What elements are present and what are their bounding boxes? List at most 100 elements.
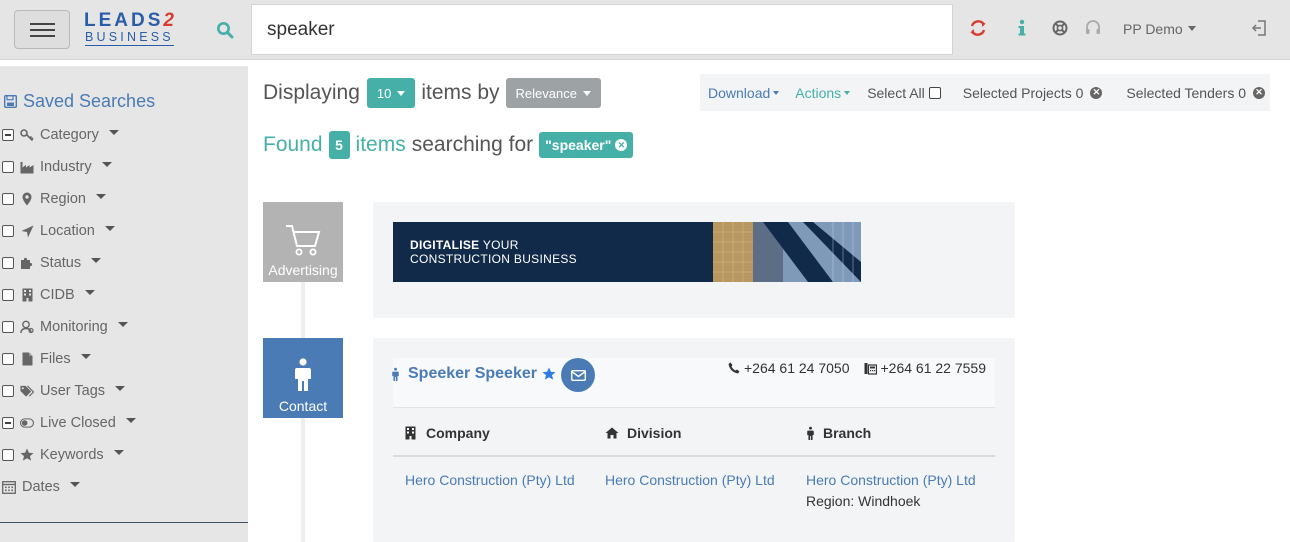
filter-dates[interactable]: Dates [2,478,80,496]
search-input[interactable] [252,5,952,54]
user-menu[interactable]: PP Demo [1123,21,1196,37]
filter-label: Live Closed [40,415,116,431]
filter-checkbox[interactable] [2,417,14,429]
ad-banner[interactable]: DIGITALISE YOUR CONSTRUCTION BUSINESS [393,222,861,282]
chevron-down-icon[interactable] [113,449,124,455]
chevron-down-icon[interactable] [101,161,112,167]
banner-line2: CONSTRUCTION BUSINESS [410,252,577,266]
search-icon[interactable] [216,21,234,44]
logo[interactable]: LEADS2 BUSINESS [84,10,188,48]
building-icon [20,288,34,302]
branch-link[interactable]: Hero Construction (Pty) Ltd [806,472,976,488]
filter-keywords[interactable]: Keywords [2,446,124,464]
filter-live-closed[interactable]: Live Closed [2,414,136,432]
filter-category[interactable]: Category [2,126,119,144]
company-link[interactable]: Hero Construction (Pty) Ltd [405,472,575,488]
logout-icon[interactable] [1251,18,1267,43]
filter-checkbox[interactable] [2,161,14,173]
monitor-user-icon [20,320,34,334]
chevron-down-icon[interactable] [95,193,106,199]
chevron-down-icon [844,90,851,95]
found-summary: Found 5 items searching for "speaker" ✕ [263,131,634,159]
filter-checkbox[interactable] [2,289,14,301]
filter-checkbox[interactable] [2,321,14,333]
chevron-down-icon[interactable] [115,385,126,391]
filter-cidb[interactable]: CIDB [2,286,95,304]
query-tag-label: "speaker" [545,137,612,153]
display-options: Displaying 10 items by Relevance [263,78,601,108]
puzzle-icon [20,256,34,270]
filter-checkbox[interactable] [2,353,14,365]
filter-region[interactable]: Region [2,190,106,208]
filter-checkbox[interactable] [2,225,14,237]
chevron-down-icon [773,90,780,95]
phone-number[interactable]: +264 61 24 7050 [744,360,850,376]
chevron-down-icon[interactable] [80,353,91,359]
person-small-icon [807,426,814,440]
banner-building-image [713,222,861,282]
filter-label: Keywords [40,447,104,463]
branch-region: Region: Windhoek [806,493,921,509]
filter-checkbox[interactable] [2,257,14,269]
filter-checkbox[interactable] [2,385,14,397]
refresh-icon[interactable] [968,18,988,43]
select-all-checkbox[interactable] [928,86,941,99]
filter-checkbox[interactable] [2,129,14,141]
select-all[interactable]: Select All [867,85,941,101]
branch-header-label: Branch [823,425,872,441]
contact-phones: +264 61 24 7050 +264 61 22 7559 [728,360,986,376]
filter-location[interactable]: Location [2,222,115,240]
filter-checkbox[interactable] [2,449,14,461]
saved-searches-link[interactable]: Saved Searches [4,91,155,112]
chevron-down-icon [397,90,406,96]
envelope-icon [570,369,586,381]
division-link[interactable]: Hero Construction (Pty) Ltd [605,472,775,488]
contact-card: Speeker Speeker +264 61 24 7050 +264 61 … [373,338,1015,542]
filter-files[interactable]: Files [2,350,91,368]
clear-tenders-icon[interactable]: ✕ [1253,86,1266,99]
toggle-icon [20,416,34,430]
table-divider [393,455,995,457]
menu-toggle-button[interactable] [14,10,70,49]
home-icon [605,427,619,439]
filter-checkbox[interactable] [2,193,14,205]
download-dropdown[interactable]: Download [708,85,780,101]
contact-label: Contact [278,398,328,414]
chevron-down-icon[interactable] [69,481,80,487]
filter-label: Category [40,127,99,143]
filter-status[interactable]: Status [2,254,102,272]
actions-label: Actions [795,84,842,101]
actions-dropdown[interactable]: Actions [795,84,851,101]
star-favorite-icon[interactable] [542,367,556,381]
person-name-link[interactable]: Speeker Speeker [391,365,556,383]
chevron-down-icon[interactable] [125,417,136,423]
chevron-down-icon[interactable] [104,225,115,231]
filter-monitoring[interactable]: Monitoring [2,318,128,336]
search-field[interactable] [251,4,953,55]
sort-dropdown[interactable]: Relevance [505,78,601,108]
remove-query-icon[interactable]: ✕ [615,139,628,151]
chevron-down-icon[interactable] [108,129,119,135]
person-icon [295,358,311,391]
page-size-dropdown[interactable]: 10 [366,78,416,108]
headset-icon[interactable] [1084,18,1102,43]
filter-industry[interactable]: Industry [2,158,112,176]
star-icon [20,448,34,462]
fax-icon [864,362,877,375]
filter-label: Industry [40,159,92,175]
chevron-down-icon[interactable] [84,289,95,295]
logo-bottom: BUSINESS [85,30,174,46]
items-label: items [355,133,406,156]
filter-user-tags[interactable]: User Tags [2,382,126,400]
lifebuoy-icon[interactable] [1051,18,1069,43]
map-marker-icon [20,192,34,206]
query-tag[interactable]: "speaker" ✕ [539,132,634,158]
clear-projects-icon[interactable]: ✕ [1090,86,1103,99]
logo-top: LEADS2 [84,10,177,31]
chevron-down-icon[interactable] [117,321,128,327]
selected-projects-label: Selected Projects 0 [962,84,1084,101]
info-icon[interactable] [1017,18,1027,43]
email-button[interactable] [561,358,595,392]
sort-value: Relevance [515,85,577,101]
chevron-down-icon[interactable] [91,257,102,263]
